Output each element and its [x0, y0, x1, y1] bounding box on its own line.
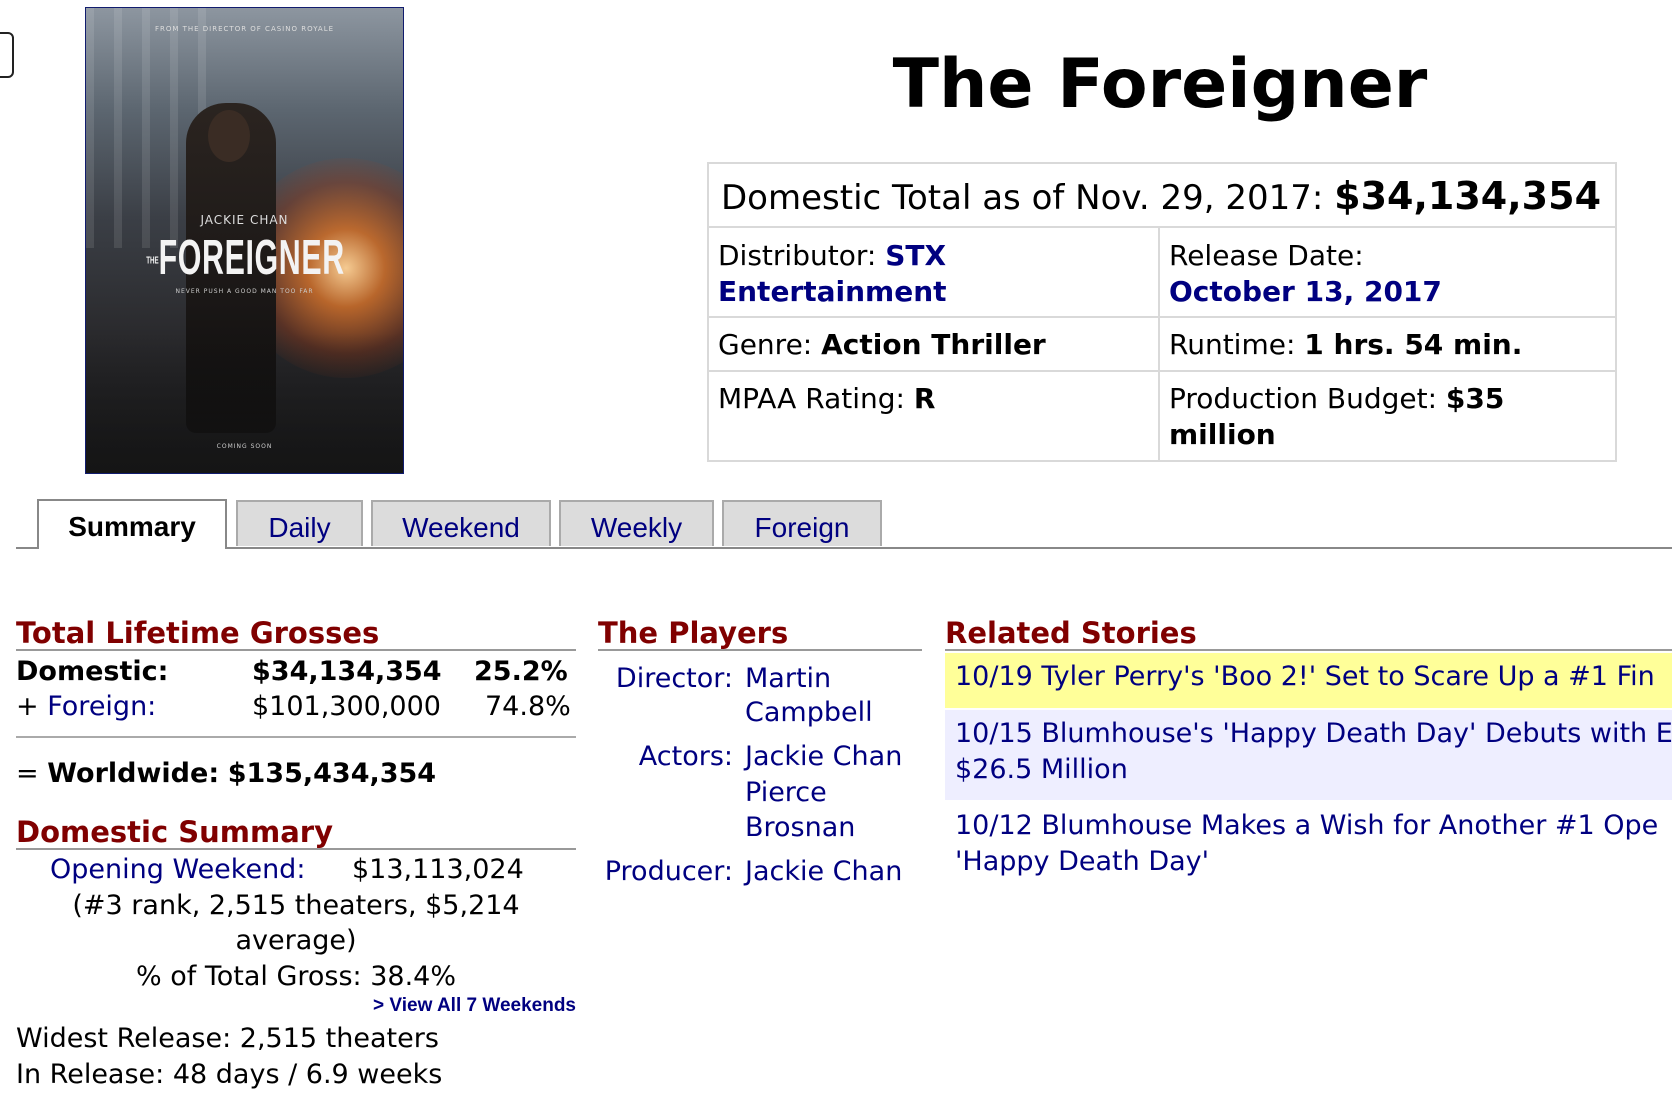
- actor-jackie-chan[interactable]: Jackie Chan: [745, 739, 902, 775]
- release-date-label: Release Date:: [1169, 239, 1364, 272]
- grosses-worldwide-prefix: =: [16, 758, 39, 789]
- in-release-label: In Release:: [16, 1059, 165, 1090]
- grosses-worldwide-label: Worldwide:: [47, 758, 220, 789]
- grosses-foreign-value: $101,300,000: [252, 691, 441, 722]
- distributor-cell: Distributor: STX Entertainment: [707, 226, 1160, 318]
- widest-release-row: Widest Release: 2,515 theaters: [16, 1021, 439, 1057]
- grosses-heading: Total Lifetime Grosses: [16, 617, 576, 651]
- runtime-cell: Runtime: 1 hrs. 54 min.: [1158, 316, 1617, 372]
- pct-total-value: 38.4%: [370, 961, 457, 992]
- tab-summary[interactable]: Summary: [37, 499, 227, 549]
- grosses-worldwide-value: $135,434,354: [227, 758, 437, 789]
- actor-pierce-line2[interactable]: Brosnan: [745, 810, 855, 846]
- grosses-foreign-pct: 74.8%: [485, 691, 571, 722]
- story-item[interactable]: 10/19 Tyler Perry's 'Boo 2!' Set to Scar…: [945, 653, 1672, 708]
- grosses-foreign-prefix: +: [16, 691, 39, 722]
- view-all-weekends-link[interactable]: > View All 7 Weekends: [16, 993, 576, 1019]
- pct-total-row: % of Total Gross: 38.4%: [16, 959, 576, 995]
- in-release-value: 48 days / 6.9 weeks: [172, 1059, 443, 1090]
- opening-detail-line1: (#3 rank, 2,515 theaters, $5,214: [72, 890, 520, 921]
- poster-actor: JACKIE CHAN: [200, 213, 289, 227]
- grosses-divider: [16, 736, 576, 738]
- mpaa-label: MPAA Rating:: [718, 382, 905, 415]
- budget-label: Production Budget:: [1169, 382, 1438, 415]
- story-line1: 10/12 Blumhouse Makes a Wish for Another…: [955, 810, 1659, 841]
- widest-release-label: Widest Release:: [16, 1023, 232, 1054]
- story-line2: $26.5 Million: [955, 754, 1128, 785]
- genre-value: Action Thriller: [821, 328, 1046, 361]
- mpaa-cell: MPAA Rating: R: [707, 370, 1160, 462]
- story-item[interactable]: 10/15 Blumhouse's 'Happy Death Day' Debu…: [945, 710, 1672, 800]
- story-line2: 'Happy Death Day': [955, 846, 1210, 877]
- poster-ground: [86, 333, 403, 473]
- opening-detail-line2: average): [235, 925, 357, 956]
- tab-daily[interactable]: Daily: [236, 500, 363, 546]
- actor-pierce-line1[interactable]: Pierce: [745, 775, 827, 811]
- producer-name[interactable]: Jackie Chan: [745, 854, 902, 890]
- window-edge-fragment: [0, 32, 14, 78]
- poster-coming-soon: COMING SOON: [216, 443, 273, 450]
- domestic-total-label: Domestic Total as of Nov. 29, 2017:: [721, 178, 1324, 218]
- page-title: The Foreigner: [892, 45, 1428, 124]
- poster-figure-head: [208, 110, 250, 162]
- genre-label: Genre:: [718, 328, 813, 361]
- tab-weekly[interactable]: Weekly: [559, 500, 714, 546]
- story-line1: 10/15 Blumhouse's 'Happy Death Day' Debu…: [955, 718, 1672, 749]
- grosses-worldwide-row: = Worldwide: $135,434,354: [16, 756, 436, 792]
- domestic-summary-heading: Domestic Summary: [16, 816, 576, 850]
- budget-cell: Production Budget: $35 million: [1158, 370, 1617, 462]
- poster-title: THEFOREIGNER: [146, 230, 345, 286]
- pct-total-label: % of Total Gross:: [135, 961, 362, 992]
- grosses-foreign-row: + Foreign:: [16, 689, 156, 725]
- story-line1: 10/19 Tyler Perry's 'Boo 2!' Set to Scar…: [955, 661, 1655, 692]
- story-item[interactable]: 10/12 Blumhouse Makes a Wish for Another…: [945, 802, 1672, 892]
- players-heading: The Players: [598, 617, 922, 651]
- tab-weekend[interactable]: Weekend: [371, 500, 551, 546]
- runtime-value: 1 hrs. 54 min.: [1304, 328, 1523, 361]
- director-name-line2[interactable]: Campbell: [745, 695, 873, 731]
- director-label[interactable]: Director:: [598, 661, 733, 697]
- grosses-foreign-link[interactable]: Foreign:: [47, 691, 156, 722]
- mpaa-value: R: [913, 382, 936, 415]
- poster-top-tag: FROM THE DIRECTOR OF CASINO ROYALE: [154, 25, 335, 33]
- distributor-label: Distributor:: [718, 239, 877, 272]
- poster-title-main: FOREIGNER: [158, 231, 345, 285]
- movie-info-table: Domestic Total as of Nov. 29, 2017: $34,…: [707, 162, 1617, 462]
- genre-cell: Genre: Action Thriller: [707, 316, 1160, 372]
- poster-tagline: NEVER PUSH A GOOD MAN TOO FAR: [175, 288, 314, 295]
- opening-weekend-value: $13,113,024: [352, 854, 524, 885]
- poster-title-prefix: THE: [146, 255, 159, 267]
- director-name-line1[interactable]: Martin: [745, 661, 831, 697]
- actors-label[interactable]: Actors:: [598, 739, 733, 775]
- runtime-label: Runtime:: [1169, 328, 1296, 361]
- movie-poster[interactable]: FROM THE DIRECTOR OF CASINO ROYALE JACKI…: [85, 7, 404, 474]
- release-date-cell: Release Date: October 13, 2017: [1158, 226, 1617, 318]
- domestic-total-cell: Domestic Total as of Nov. 29, 2017: $34,…: [707, 162, 1617, 228]
- opening-weekend-link[interactable]: Opening Weekend:: [50, 852, 305, 888]
- grosses-domestic-label: Domestic:: [16, 656, 169, 687]
- widest-release-value: 2,515 theaters: [239, 1023, 439, 1054]
- in-release-row: In Release: 48 days / 6.9 weeks: [16, 1057, 442, 1093]
- producer-label[interactable]: Producer:: [598, 854, 733, 890]
- grosses-domestic-value: $34,134,354: [252, 656, 442, 687]
- related-stories-heading: Related Stories: [945, 617, 1672, 651]
- domestic-total-value: $34,134,354: [1334, 174, 1602, 218]
- grosses-domestic-pct: 25.2%: [474, 656, 568, 687]
- tab-foreign[interactable]: Foreign: [722, 500, 882, 546]
- release-date-link[interactable]: October 13, 2017: [1169, 275, 1442, 308]
